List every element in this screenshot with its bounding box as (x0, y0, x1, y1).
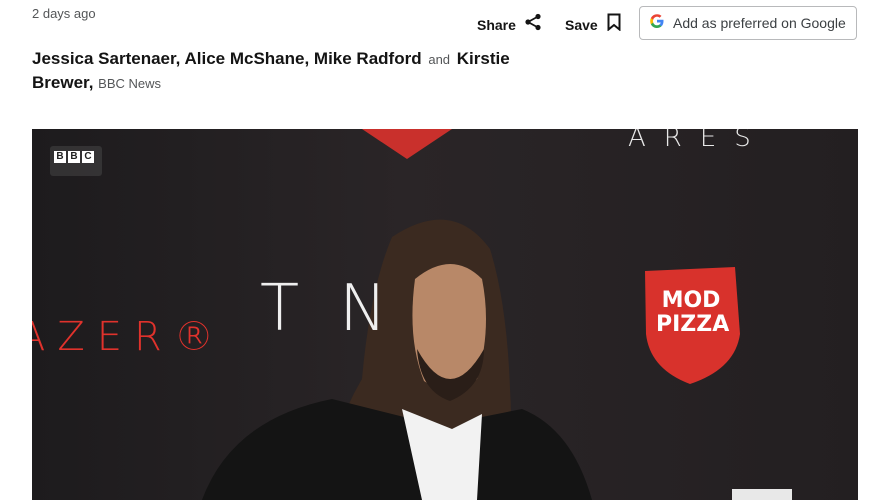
timestamp: 2 days ago (32, 6, 96, 21)
google-g-icon (649, 13, 665, 34)
backdrop-ton-text: TN (260, 272, 427, 346)
bbc-logo-badge: B B C (50, 146, 102, 176)
share-label: Share (477, 16, 516, 33)
backdrop-razer-text: AZER® (32, 314, 226, 360)
mod-line: MOD (661, 288, 721, 313)
byline-authors: Jessica Sartenaer, Alice McShane, Mike R… (32, 49, 422, 68)
save-label: Save (565, 16, 598, 33)
byline-and: and (428, 52, 451, 67)
share-icon (524, 13, 542, 36)
google-label: Add as preferred on Google (673, 15, 846, 31)
share-button[interactable]: Share (477, 13, 542, 36)
mod-pizza-logo-text: MOD PIZZA (656, 288, 730, 337)
save-button[interactable]: Save (565, 13, 622, 36)
byline-organisation: BBC News (98, 76, 162, 91)
pizza-line: PIZZA (656, 312, 730, 337)
bbc-letter: B (68, 151, 80, 163)
bookmark-icon (606, 13, 622, 36)
backdrop-ares-text: ARES (628, 129, 769, 153)
bbc-letter: B (54, 151, 66, 163)
video-player[interactable]: ARES AZER® TN MOD PIZZA B B C (32, 129, 858, 500)
add-preferred-google-button[interactable]: Add as preferred on Google (639, 6, 857, 40)
bbc-letter: C (82, 151, 94, 163)
byline: Jessica Sartenaer, Alice McShane, Mike R… (32, 47, 552, 95)
